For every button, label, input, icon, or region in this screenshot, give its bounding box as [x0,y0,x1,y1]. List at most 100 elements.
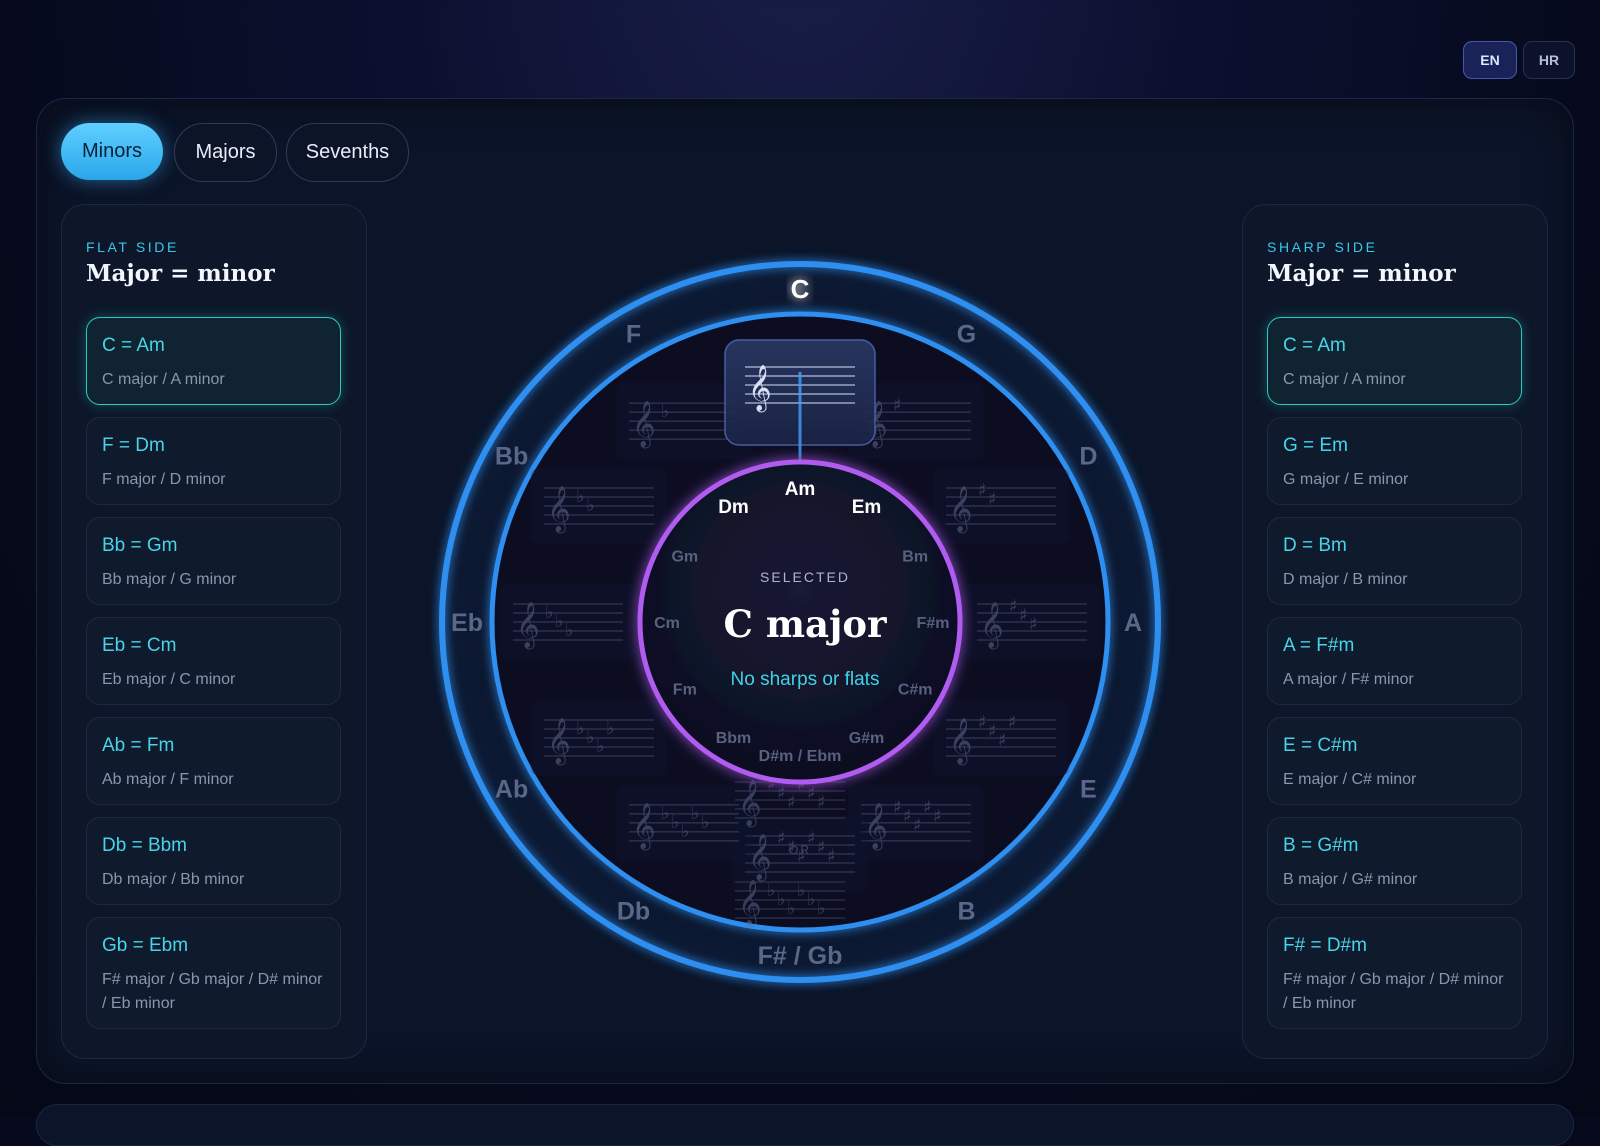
minor-label-am[interactable]: Am [785,479,816,500]
minor-label-bm[interactable]: Bm [902,549,928,566]
flat-icon: ♭ [576,718,585,739]
lang-hr-button[interactable]: HR [1523,41,1575,79]
sharp-item-a[interactable]: A = F#m A major / F# minor [1267,617,1522,705]
card-title: A = F#m [1283,635,1355,656]
sharp-icon: ♯ [777,828,786,849]
minor-label-em[interactable]: Em [852,497,882,518]
major-label-g[interactable]: G [957,321,976,349]
flat-item-f[interactable]: F = Dm F major / D minor [86,417,341,505]
flat-icon: ♭ [681,821,690,842]
treble-clef-icon: 𝄞 [547,718,571,766]
sharp-icon: ♯ [817,837,826,858]
card-title: C = Am [102,335,165,356]
sharp-icon: ♯ [1029,614,1038,635]
flat-icon: ♭ [555,611,564,632]
major-label-f[interactable]: F [626,321,641,349]
flat-icon: ♭ [777,889,786,910]
sharp-icon: ♯ [988,489,997,510]
sharp-icon: ♯ [777,783,786,804]
staff-b: 𝄞 ♯ ♯ ♯♯ ♯ [848,784,984,861]
minor-label-dm[interactable]: Dm [718,497,749,518]
sharp-icon: ♯ [988,721,997,742]
flat-item-ab[interactable]: Ab = Fm Ab major / F minor [86,717,341,805]
major-label-e[interactable]: E [1080,776,1097,804]
tab-majors[interactable]: Majors [174,123,277,182]
minor-label-dsharpm-ebm[interactable]: D#m / Ebm [759,748,842,765]
sharp-item-g[interactable]: G = Em G major / E minor [1267,417,1522,505]
lang-en-button[interactable]: EN [1463,41,1517,79]
card-subtitle: Db major / Bb minor [102,871,245,888]
sharp-side-eyebrow: SHARP SIDE [1267,239,1378,255]
treble-clef-icon: 𝄞 [516,602,540,650]
card-title: G = Em [1283,435,1348,456]
bottom-panel [36,1104,1574,1146]
card-subtitle: F major / D minor [102,471,226,488]
sharp-icon: ♯ [978,480,987,501]
treble-clef-icon: 𝄞 [738,780,762,828]
treble-clef-icon: 𝄞 [949,486,973,534]
flat-icon: ♭ [565,620,574,641]
major-label-db[interactable]: Db [617,897,650,925]
staff-eb: 𝄞 ♭ ♭ ♭ [500,584,636,660]
card-title: F# = D#m [1283,935,1367,956]
card-title: Db = Bbm [102,835,188,856]
major-label-eb[interactable]: Eb [451,609,483,637]
sharp-icon: ♯ [893,395,902,416]
flat-item-c[interactable]: C = Am C major / A minor [86,317,341,405]
sharp-icon: ♯ [893,797,902,818]
flat-item-bb[interactable]: Bb = Gm Bb major / G minor [86,517,341,605]
treble-clef-icon: 𝄞 [632,401,656,449]
flat-icon: ♭ [691,803,700,824]
staff-bb: 𝄞 ♭ ♭ [531,468,668,544]
staff-ab: 𝄞 ♭ ♭ ♭♭ [531,700,668,776]
sharp-icon: ♯ [913,815,922,836]
flat-icon: ♭ [701,812,710,833]
major-label-b[interactable]: B [957,897,975,925]
sharp-icon: ♯ [807,783,816,804]
major-label-d[interactable]: D [1079,443,1097,471]
treble-clef-icon: 𝄞 [547,486,571,534]
card-subtitle: D major / B minor [1283,571,1408,588]
flat-icon: ♭ [787,898,796,919]
treble-clef-icon: 𝄞 [980,602,1004,650]
card-title: E = C#m [1283,735,1358,756]
major-label-c[interactable]: C [791,274,810,304]
tab-sevenths[interactable]: Sevenths [286,123,409,182]
card-subtitle: B major / G# minor [1283,871,1418,888]
flat-side-title: Major = minor [86,260,275,287]
major-label-a[interactable]: A [1124,609,1142,637]
treble-clef-icon: 𝄞 [738,880,762,928]
treble-clef-icon: 𝄞 [748,365,772,413]
flat-icon: ♭ [671,812,680,833]
card-title: B = G#m [1283,835,1359,856]
minor-label-gsharpm[interactable]: G#m [849,730,885,747]
card-subtitle: Ab major / F minor [102,771,234,788]
flat-item-db[interactable]: Db = Bbm Db major / Bb minor [86,817,341,905]
card-subtitle: Eb major / C minor [102,671,236,688]
staff-e: 𝄞 ♯ ♯ ♯♯ [932,700,1069,776]
flat-item-gb[interactable]: Gb = Ebm F# major / Gb major / D# minor … [86,917,341,1029]
card-title: Gb = Ebm [102,935,189,956]
major-label-bb[interactable]: Bb [495,443,528,471]
card-subtitle: Bb major / G minor [102,571,237,588]
major-label-ab[interactable]: Ab [495,776,528,804]
treble-clef-icon: 𝄞 [632,803,656,851]
flat-icon: ♭ [576,486,585,507]
minor-label-bbm[interactable]: Bbm [716,730,752,747]
card-subtitle: F# major / Gb major / D# minor / Eb mino… [1283,971,1504,1012]
sharp-item-fsharp[interactable]: F# = D#m F# major / Gb major / D# minor … [1267,917,1522,1029]
sharp-item-c[interactable]: C = Am C major / A minor [1267,317,1522,405]
flat-item-eb[interactable]: Eb = Cm Eb major / C minor [86,617,341,705]
card-subtitle: A major / F# minor [1283,671,1414,688]
major-label-fsharp-gb[interactable]: F# / Gb [758,942,843,970]
sharp-item-d[interactable]: D = Bm D major / B minor [1267,517,1522,605]
sharp-item-b[interactable]: B = G#m B major / G# minor [1267,817,1522,905]
minor-label-gm[interactable]: Gm [671,549,698,566]
flat-icon: ♭ [606,718,615,739]
sharp-item-e[interactable]: E = C#m E major / C# minor [1267,717,1522,805]
sharp-icon: ♯ [923,797,932,818]
sharp-side-title: Major = minor [1267,260,1456,287]
tab-minors[interactable]: Minors [61,123,163,180]
card-subtitle: C major / A minor [1283,371,1406,388]
sharp-icon: ♯ [1009,596,1018,617]
